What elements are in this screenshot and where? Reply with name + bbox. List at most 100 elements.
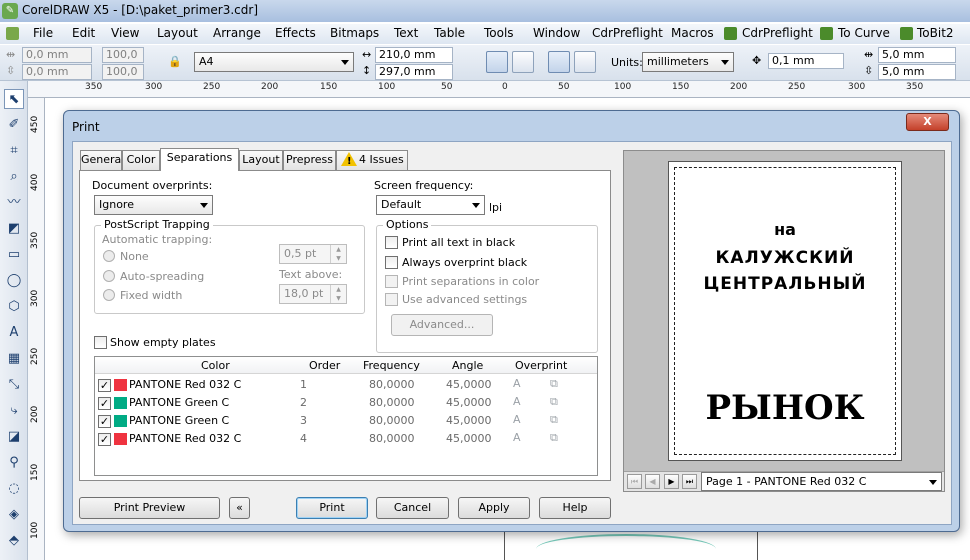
tab-layout[interactable]: Layout (239, 150, 283, 170)
portrait-button[interactable] (486, 51, 508, 73)
table-tool-icon[interactable]: ▦ (4, 349, 24, 369)
previous-page-icon[interactable]: ◀ (645, 474, 660, 489)
menu-text[interactable]: Text (394, 26, 418, 40)
connector-tool-icon[interactable]: ⤷ (4, 401, 24, 421)
menu-layout[interactable]: Layout (157, 26, 198, 40)
x-position-field[interactable]: 0,0 mm (22, 47, 92, 63)
menu-edit[interactable]: Edit (72, 26, 95, 40)
rectangle-tool-icon[interactable]: ▭ (4, 245, 24, 265)
overprint-text-icon[interactable]: A (513, 414, 525, 426)
trapping-none-radio[interactable] (103, 250, 115, 262)
menu-macros[interactable]: Macros (671, 26, 714, 40)
crop-tool-icon[interactable]: ⌗ (4, 141, 24, 161)
scale-y-field[interactable]: 100,0 (102, 64, 144, 80)
table-row[interactable]: ✓ PANTONE Red 032 C 1 80,0000 45,0000 A ⧉ (95, 376, 597, 394)
cdrpreflight-icon[interactable] (724, 27, 737, 40)
column-frequency[interactable]: Frequency (363, 359, 420, 372)
tab-prepress[interactable]: Prepress (283, 150, 336, 170)
print-text-black-checkbox[interactable] (385, 236, 398, 249)
interactive-fill-icon[interactable]: ⬘ (4, 531, 24, 551)
plate-checkbox[interactable]: ✓ (98, 415, 111, 428)
duplicate-x-field[interactable]: 5,0 mm (878, 47, 956, 63)
duplicate-y-field[interactable]: 5,0 mm (878, 64, 956, 80)
paper-size-select[interactable]: A4 (194, 52, 354, 72)
column-color[interactable]: Color (201, 359, 230, 372)
apply-button[interactable]: Apply (458, 497, 530, 519)
tab-separations[interactable]: Separations (160, 148, 239, 171)
ellipse-tool-icon[interactable]: ◯ (4, 271, 24, 291)
page-select[interactable]: Page 1 - PANTONE Red 032 C (701, 472, 942, 491)
text-tool-icon[interactable]: A (4, 323, 24, 343)
fixed-width-radio[interactable] (103, 289, 115, 301)
table-row[interactable]: ✓ PANTONE Red 032 C 4 80,0000 45,0000 A ⧉ (95, 430, 597, 448)
overprint-graphics-icon[interactable]: ⧉ (550, 396, 562, 408)
plate-checkbox[interactable]: ✓ (98, 379, 111, 392)
document-icon[interactable] (6, 27, 19, 40)
landscape-button[interactable] (512, 51, 534, 73)
menu-tobit2[interactable]: ToBit2 (917, 26, 954, 40)
shape-tool-icon[interactable]: ✐ (4, 115, 24, 135)
to-curve-icon[interactable] (820, 27, 833, 40)
menu-view[interactable]: View (111, 26, 139, 40)
overprint-graphics-icon[interactable]: ⧉ (550, 378, 562, 390)
nudge-field[interactable]: 0,1 mm (768, 53, 844, 69)
scale-x-field[interactable]: 100,0 (102, 47, 144, 63)
pick-tool-icon[interactable]: ⬉ (4, 89, 24, 109)
overprint-text-icon[interactable]: A (513, 432, 525, 444)
dimension-tool-icon[interactable]: ⤡ (4, 375, 24, 395)
freehand-tool-icon[interactable]: 〰 (4, 193, 24, 213)
table-row[interactable]: ✓ PANTONE Green C 3 80,0000 45,0000 A ⧉ (95, 412, 597, 430)
smart-fill-icon[interactable]: ◩ (4, 219, 24, 239)
units-select[interactable]: millimeters (642, 52, 734, 72)
column-overprint[interactable]: Overprint (515, 359, 567, 372)
tobit2-icon[interactable] (900, 27, 913, 40)
trap-width-spinner[interactable]: 0,5 pt ▲ ▼ (279, 244, 347, 264)
page-height-field[interactable]: 297,0 mm (375, 64, 453, 80)
all-pages-button[interactable] (548, 51, 570, 73)
fill-tool-icon[interactable]: ◈ (4, 505, 24, 525)
separations-color-checkbox[interactable] (385, 275, 398, 288)
show-empty-plates-checkbox[interactable] (94, 336, 107, 349)
document-overprints-select[interactable]: Ignore (94, 195, 213, 215)
column-order[interactable]: Order (309, 359, 340, 372)
plate-checkbox[interactable]: ✓ (98, 433, 111, 446)
menu-arrange[interactable]: Arrange (213, 26, 261, 40)
plate-checkbox[interactable]: ✓ (98, 397, 111, 410)
advanced-button[interactable]: Advanced... (391, 314, 493, 336)
advanced-settings-checkbox[interactable] (385, 293, 398, 306)
auto-spreading-radio[interactable] (103, 270, 115, 282)
overprint-text-icon[interactable]: A (513, 396, 525, 408)
menu-effects[interactable]: Effects (275, 26, 316, 40)
screen-frequency-select[interactable]: Default (376, 195, 485, 215)
menu-cdrpreflight-2[interactable]: CdrPreflight (742, 26, 813, 40)
page-width-field[interactable]: 210,0 mm (375, 47, 453, 63)
current-page-button[interactable] (574, 51, 596, 73)
print-button[interactable]: Print (296, 497, 368, 519)
spin-down-icon[interactable]: ▼ (330, 254, 346, 263)
zoom-tool-icon[interactable]: ⌕ (4, 167, 24, 187)
last-page-icon[interactable]: ⏭ (682, 474, 697, 489)
outline-tool-icon[interactable]: ◌ (4, 479, 24, 499)
polygon-tool-icon[interactable]: ⬡ (4, 297, 24, 317)
overprint-text-icon[interactable]: A (513, 378, 525, 390)
menu-tools[interactable]: Tools (484, 26, 514, 40)
first-page-icon[interactable]: ⏮ (627, 474, 642, 489)
y-position-field[interactable]: 0,0 mm (22, 64, 92, 80)
spin-up-icon[interactable]: ▲ (330, 285, 346, 294)
collapse-preview-button[interactable]: « (229, 497, 250, 519)
menu-table[interactable]: Table (434, 26, 465, 40)
tab-general[interactable]: General (80, 150, 124, 170)
lock-ratio-icon[interactable]: 🔒 (168, 55, 182, 68)
menu-cdrpreflight[interactable]: CdrPreflight (592, 26, 663, 40)
menu-file[interactable]: File (33, 26, 53, 40)
cancel-button[interactable]: Cancel (376, 497, 449, 519)
spin-up-icon[interactable]: ▲ (330, 245, 346, 254)
eyedropper-tool-icon[interactable]: ⚲ (4, 453, 24, 473)
column-angle[interactable]: Angle (452, 359, 483, 372)
text-above-spinner[interactable]: 18,0 pt ▲ ▼ (279, 284, 347, 304)
tab-issues[interactable]: ! 4 Issues (336, 150, 408, 170)
next-page-icon[interactable]: ▶ (664, 474, 679, 489)
print-preview-button[interactable]: Print Preview (79, 497, 220, 519)
menu-bitmaps[interactable]: Bitmaps (330, 26, 379, 40)
menu-window[interactable]: Window (533, 26, 580, 40)
